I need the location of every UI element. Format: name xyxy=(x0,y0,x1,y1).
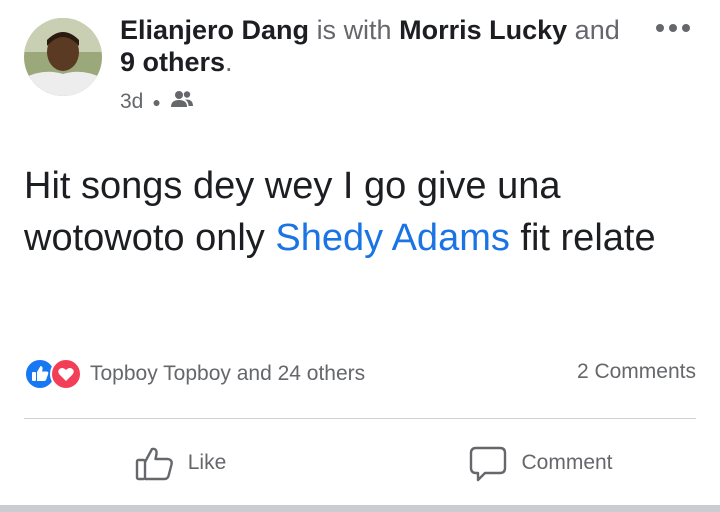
comment-bubble-icon xyxy=(470,446,507,482)
reactions-summary[interactable]: Topboy Topboy and 24 others xyxy=(24,356,365,392)
author-line-period: . xyxy=(225,47,233,77)
thumbs-up-icon xyxy=(135,447,173,481)
mention-link[interactable]: Shedy Adams xyxy=(275,217,509,259)
more-dot xyxy=(669,24,677,32)
friends-icon[interactable] xyxy=(170,90,194,114)
post-time[interactable]: 3d xyxy=(120,90,143,114)
feed-separator xyxy=(0,505,720,512)
tagged-friend[interactable]: Morris Lucky xyxy=(399,15,567,45)
like-button[interactable]: Like xyxy=(0,430,360,496)
tagged-others[interactable]: 9 others xyxy=(120,47,225,77)
author-line: Elianjero Dang is with Morris Lucky and … xyxy=(120,14,640,78)
comments-count[interactable]: 2 Comments xyxy=(577,360,696,384)
post-text-end: fit relate xyxy=(509,217,656,259)
reaction-icons xyxy=(24,358,82,390)
comment-button[interactable]: Comment xyxy=(360,430,720,496)
post-header: Elianjero Dang is with Morris Lucky and … xyxy=(0,0,720,120)
author-avatar[interactable] xyxy=(24,18,102,96)
like-label: Like xyxy=(187,451,227,474)
love-icon xyxy=(50,358,82,390)
author-name[interactable]: Elianjero Dang xyxy=(120,15,309,45)
more-dot xyxy=(682,24,690,32)
reactions-names: Topboy Topboy and 24 others xyxy=(90,362,366,385)
divider xyxy=(24,418,696,419)
more-dot xyxy=(656,24,664,32)
post-actions: Like Comment xyxy=(0,430,720,496)
with-text: is with xyxy=(316,15,392,45)
comment-label: Comment xyxy=(521,451,613,474)
post-text: Hit songs dey wey I go give una wotowoto… xyxy=(24,160,684,264)
post-meta: 3d ● xyxy=(120,88,194,116)
more-options-icon[interactable] xyxy=(656,24,690,32)
meta-separator: ● xyxy=(152,94,161,110)
and-text: and xyxy=(574,15,620,45)
